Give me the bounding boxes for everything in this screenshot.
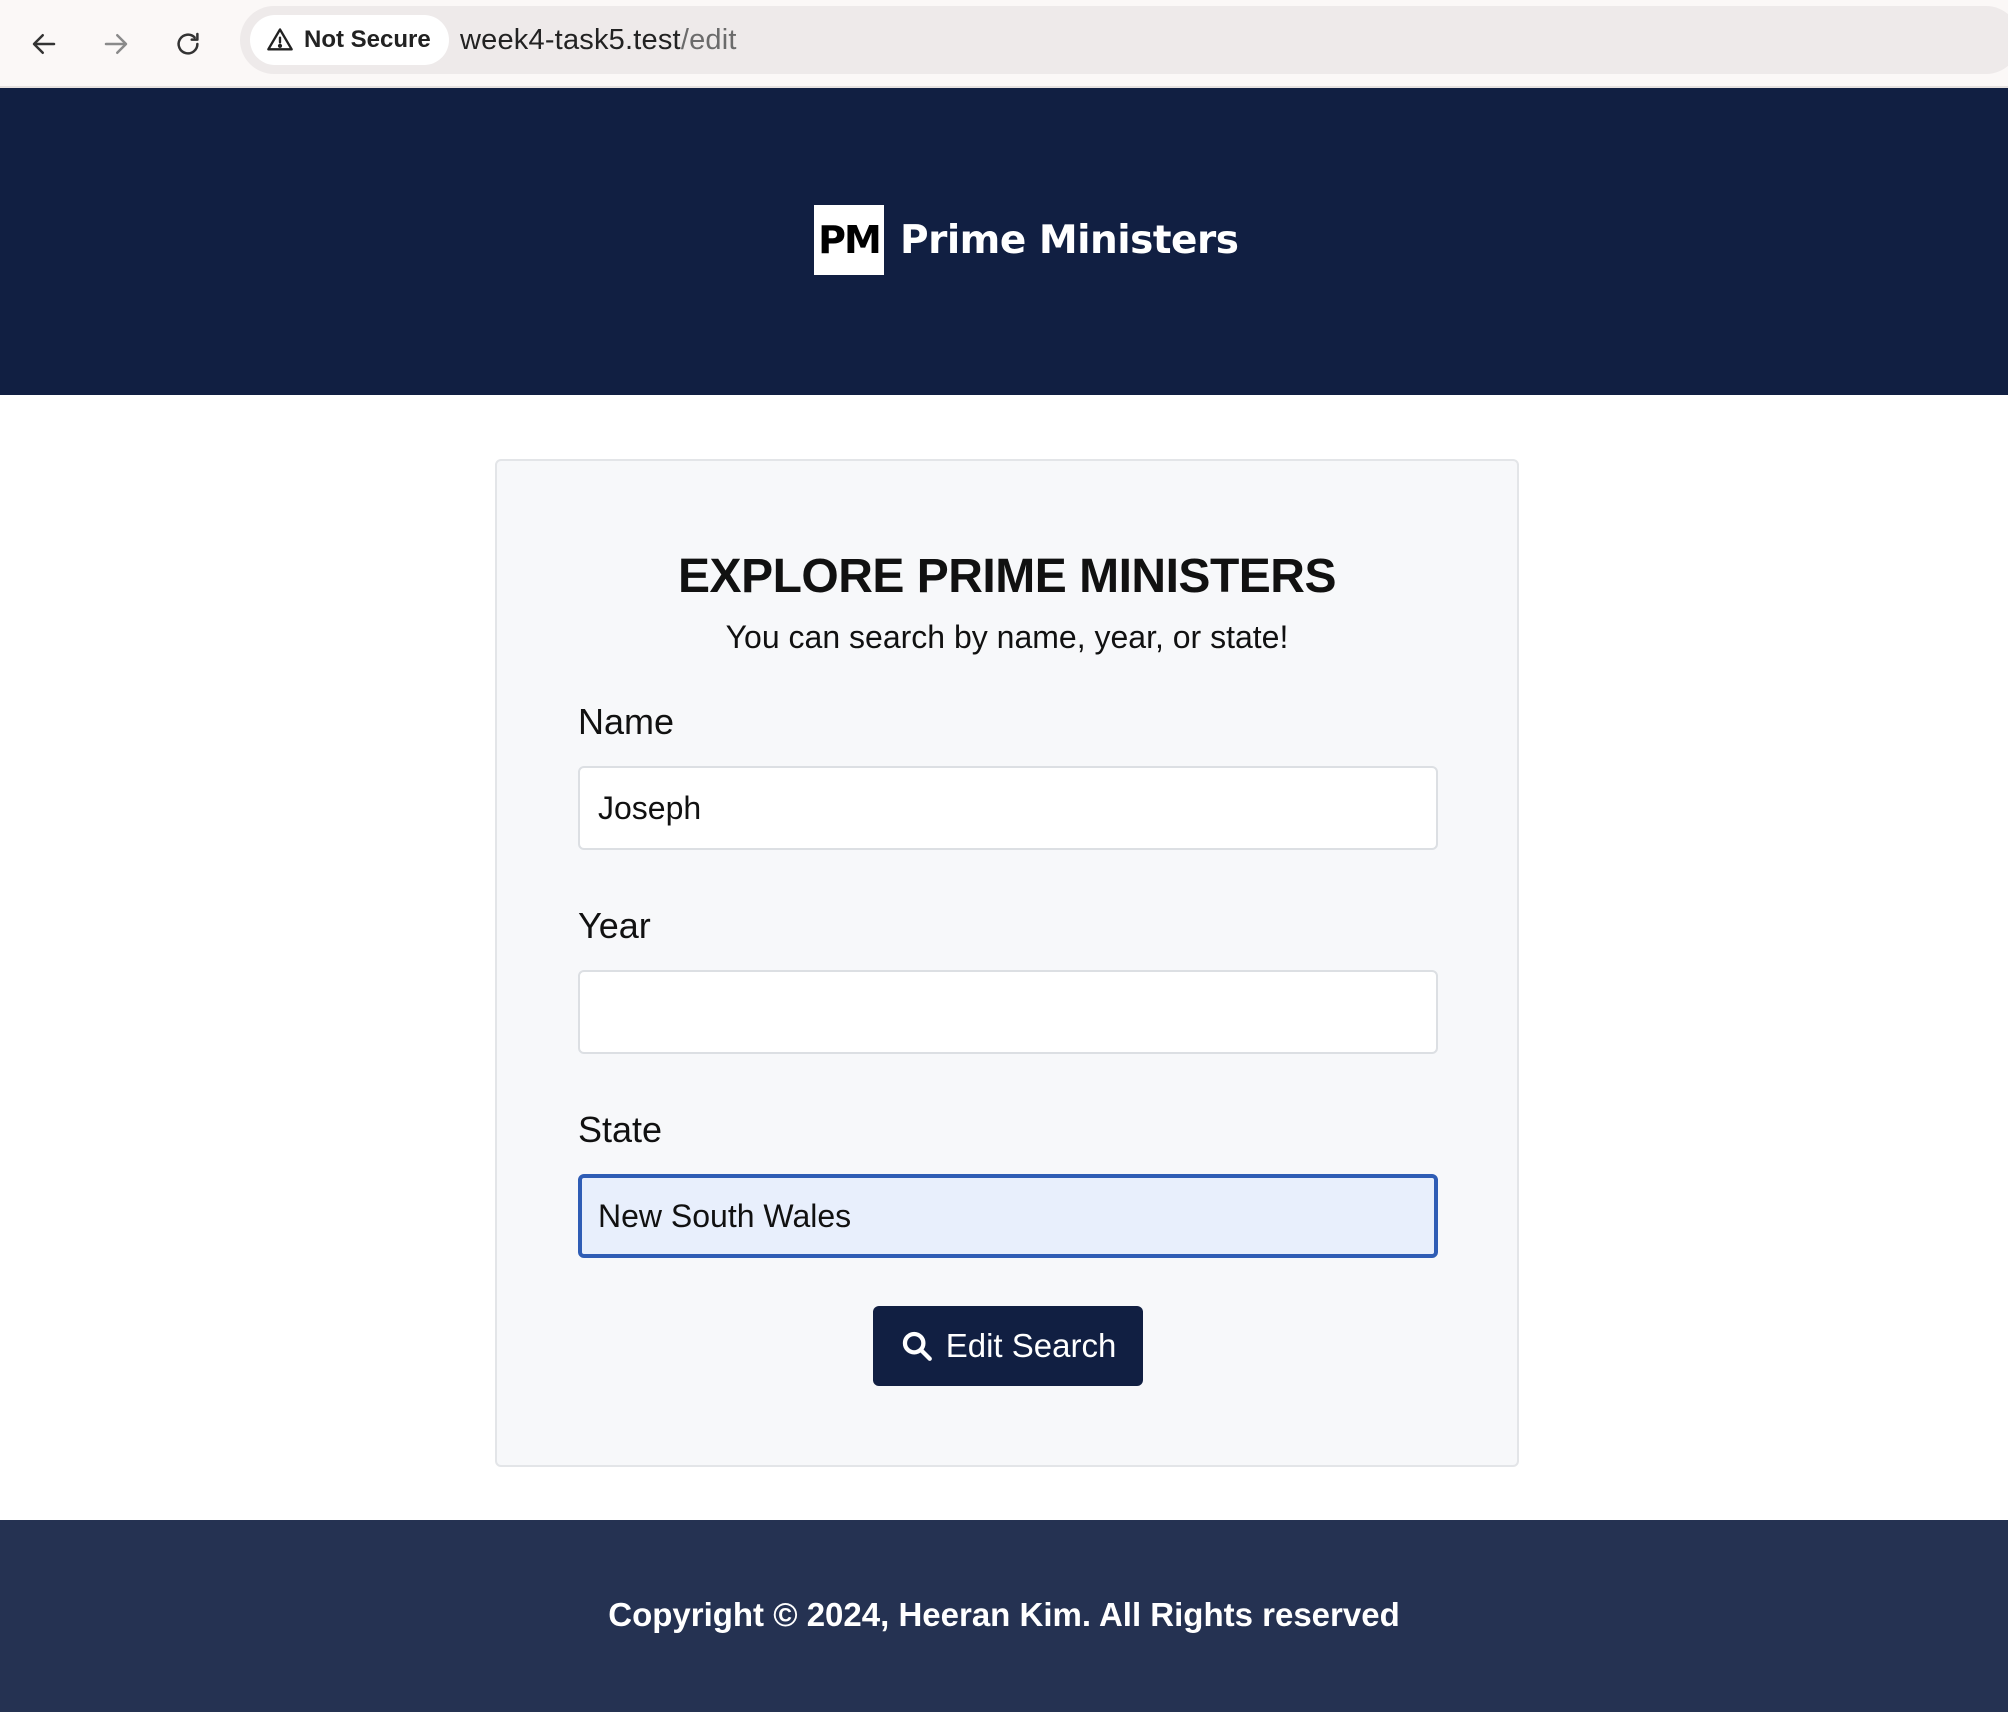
page-title: EXPLORE PRIME MINISTERS [678,550,1336,603]
address-bar[interactable]: Not Secure week4-task5.test/edit [240,6,2008,74]
state-input[interactable] [578,1174,1438,1258]
reload-button[interactable] [160,16,216,72]
year-label: Year [578,905,651,946]
search-form-card: EXPLORE PRIME MINISTERS You can search b… [495,459,1519,1467]
edit-search-label: Edit Search [945,1327,1117,1364]
reload-icon [177,32,199,55]
browser-toolbar: Not Secure week4-task5.test/edit [0,0,2008,88]
site-header: PM Prime Ministers [0,88,2008,395]
year-input[interactable] [578,970,1438,1054]
page-subtitle: You can search by name, year, or state! [725,619,1289,655]
warning-triangle-icon [267,28,293,51]
url-text[interactable]: week4-task5.test/edit [460,6,737,74]
copyright-text: Copyright © 2024, Heeran Kim. All Rights… [608,1596,1400,1633]
back-arrow-icon [32,34,56,54]
security-label: Not Secure [304,26,431,53]
edit-search-button[interactable]: Edit Search [873,1306,1143,1386]
site-name: Prime Ministers [900,217,1239,263]
name-label: Name [578,701,675,742]
security-indicator[interactable]: Not Secure [250,15,449,65]
name-input[interactable] [578,766,1438,850]
brand-link[interactable]: PM Prime Ministers [814,205,1239,275]
search-icon [902,1331,932,1361]
site-footer: Copyright © 2024, Heeran Kim. All Rights… [0,1520,2008,1712]
forward-button[interactable] [88,16,144,72]
url-path: /edit [680,23,737,56]
forward-arrow-icon [104,34,128,54]
back-button[interactable] [16,16,72,72]
site-logo: PM [814,205,884,275]
state-label: State [578,1109,663,1150]
url-host: week4-task5.test [460,23,681,56]
